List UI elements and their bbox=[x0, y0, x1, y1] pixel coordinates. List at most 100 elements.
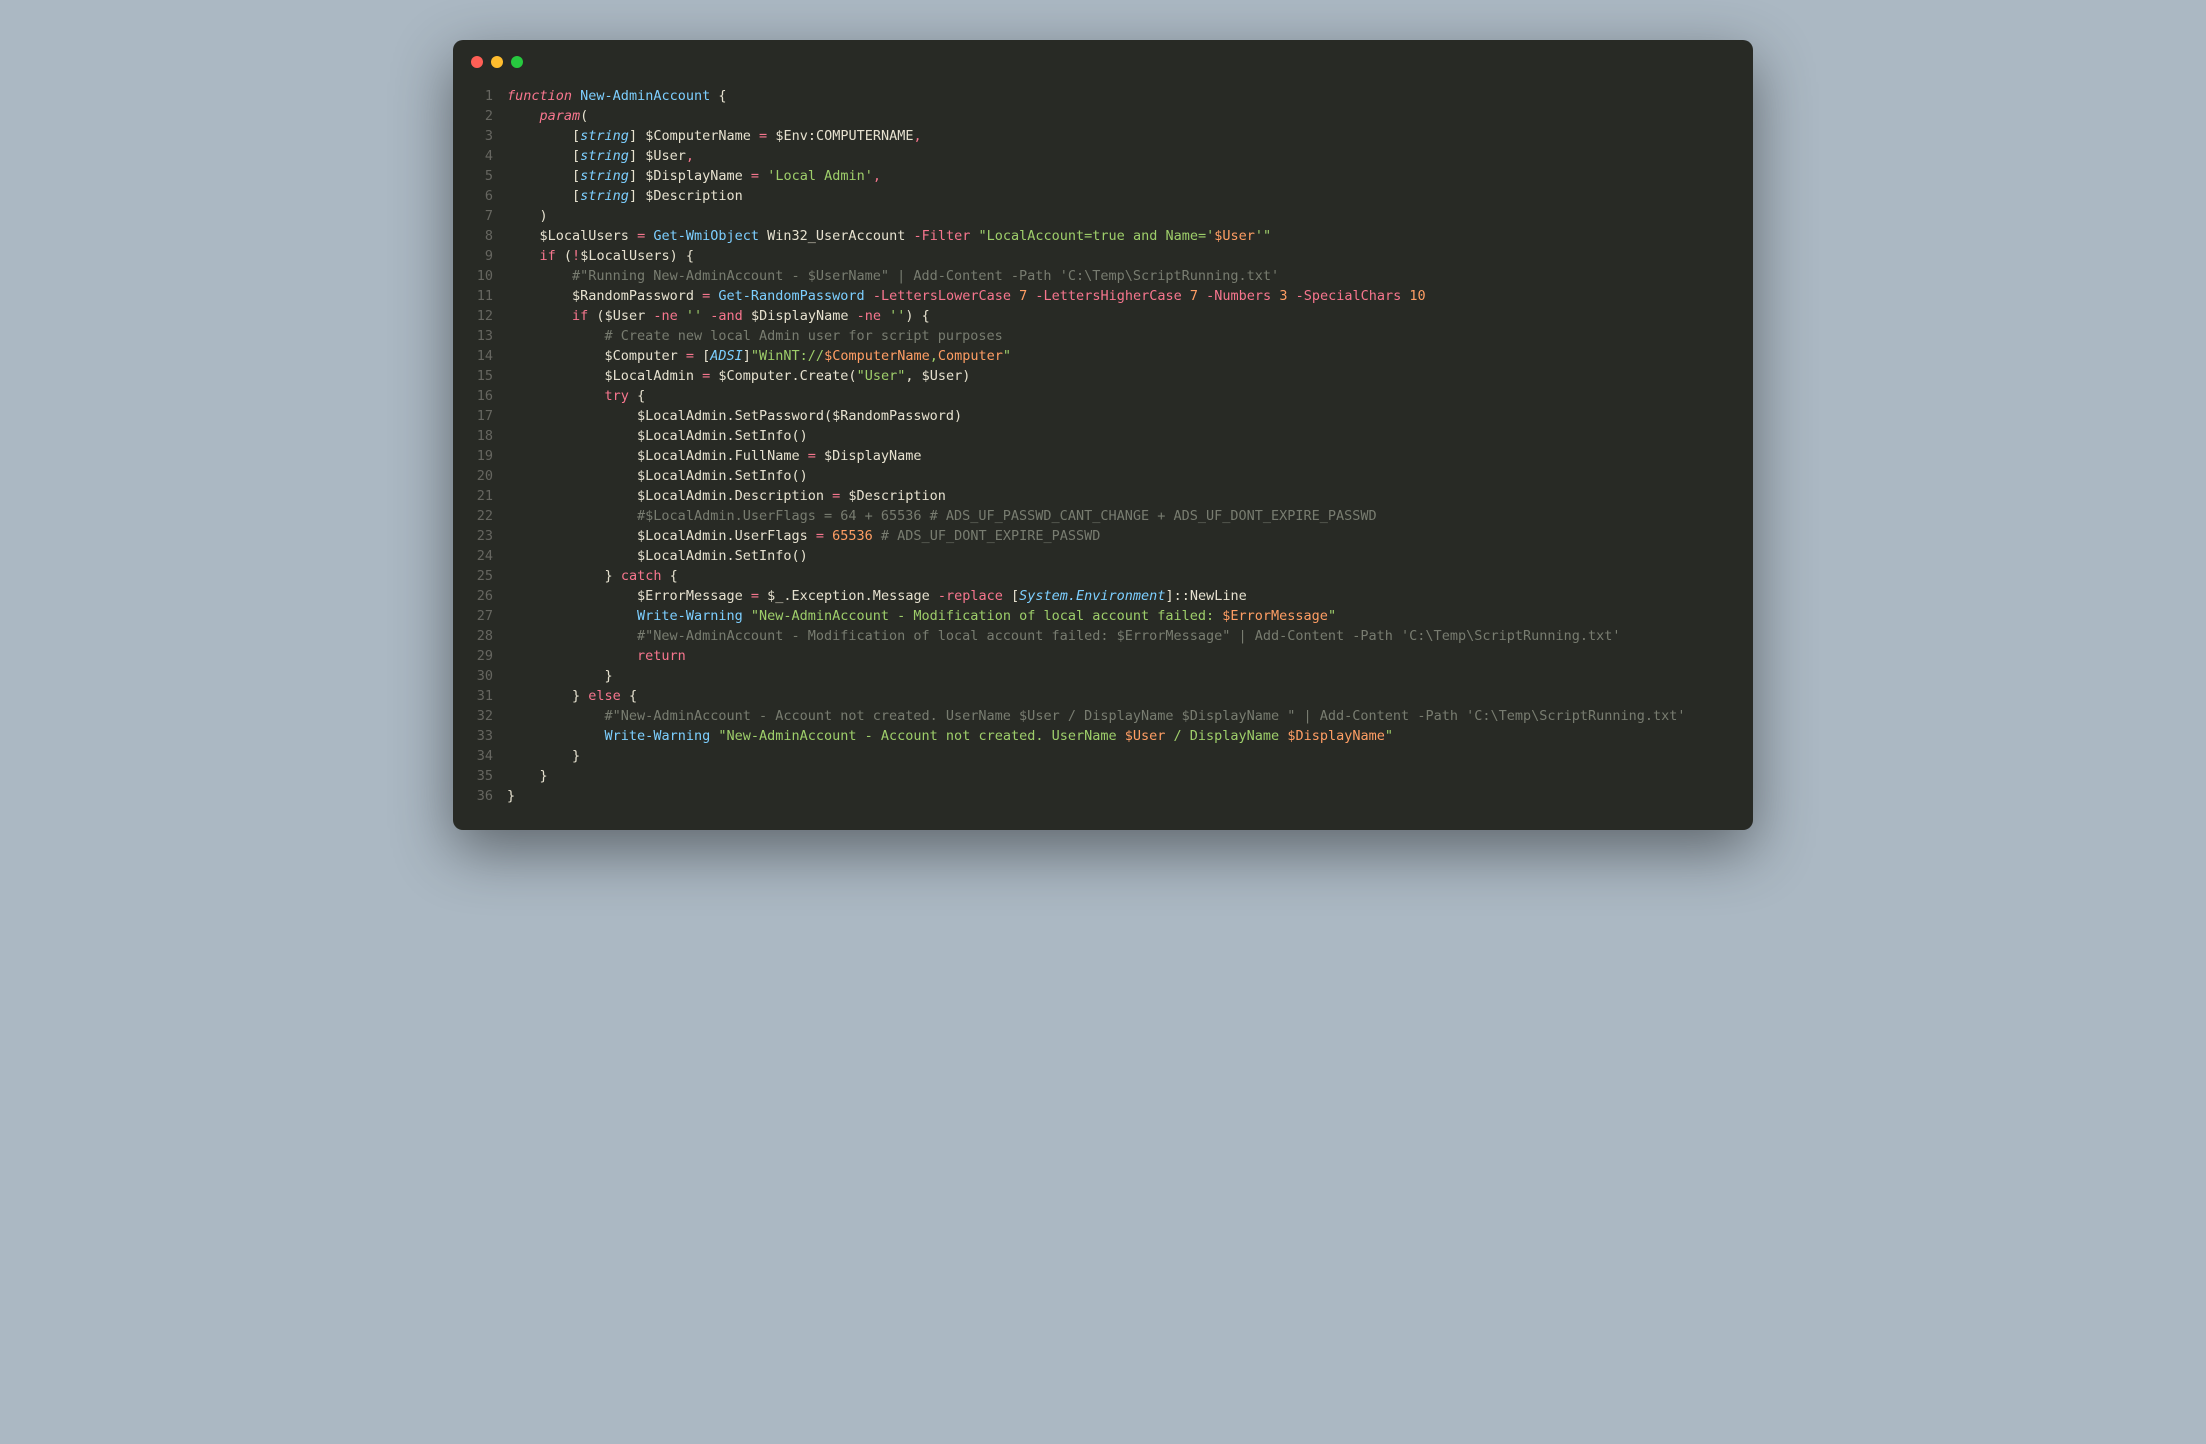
line-content: $ErrorMessage = $_.Exception.Message -re… bbox=[507, 586, 1247, 606]
minimize-icon[interactable] bbox=[491, 56, 503, 68]
code-line: 1function New-AdminAccount { bbox=[473, 86, 1733, 106]
line-number: 13 bbox=[473, 326, 507, 346]
code-line: 29 return bbox=[473, 646, 1733, 666]
line-number: 19 bbox=[473, 446, 507, 466]
line-number: 24 bbox=[473, 546, 507, 566]
code-line: 27 Write-Warning "New-AdminAccount - Mod… bbox=[473, 606, 1733, 626]
line-number: 36 bbox=[473, 786, 507, 806]
line-content: [string] $DisplayName = 'Local Admin', bbox=[507, 166, 881, 186]
line-content: #"Running New-AdminAccount - $UserName" … bbox=[507, 266, 1279, 286]
code-line: 18 $LocalAdmin.SetInfo() bbox=[473, 426, 1733, 446]
window-titlebar bbox=[453, 40, 1753, 76]
line-number: 15 bbox=[473, 366, 507, 386]
line-content: $LocalUsers = Get-WmiObject Win32_UserAc… bbox=[507, 226, 1271, 246]
code-line: 16 try { bbox=[473, 386, 1733, 406]
code-line: 4 [string] $User, bbox=[473, 146, 1733, 166]
code-line: 31 } else { bbox=[473, 686, 1733, 706]
line-number: 20 bbox=[473, 466, 507, 486]
line-number: 11 bbox=[473, 286, 507, 306]
line-number: 6 bbox=[473, 186, 507, 206]
line-content: [string] $User, bbox=[507, 146, 694, 166]
code-editor[interactable]: 1function New-AdminAccount {2 param(3 [s… bbox=[453, 76, 1753, 830]
line-content: } bbox=[507, 766, 548, 786]
line-content: $LocalAdmin = $Computer.Create("User", $… bbox=[507, 366, 970, 386]
line-content: Write-Warning "New-AdminAccount - Modifi… bbox=[507, 606, 1336, 626]
line-number: 7 bbox=[473, 206, 507, 226]
line-content: $RandomPassword = Get-RandomPassword -Le… bbox=[507, 286, 1426, 306]
line-number: 17 bbox=[473, 406, 507, 426]
line-number: 25 bbox=[473, 566, 507, 586]
line-number: 9 bbox=[473, 246, 507, 266]
line-content: $LocalAdmin.SetInfo() bbox=[507, 466, 808, 486]
code-line: 21 $LocalAdmin.Description = $Descriptio… bbox=[473, 486, 1733, 506]
line-number: 28 bbox=[473, 626, 507, 646]
line-number: 8 bbox=[473, 226, 507, 246]
line-number: 30 bbox=[473, 666, 507, 686]
line-content: $Computer = [ADSI]"WinNT://$ComputerName… bbox=[507, 346, 1011, 366]
line-content: #$LocalAdmin.UserFlags = 64 + 65536 # AD… bbox=[507, 506, 1377, 526]
line-content: } bbox=[507, 666, 613, 686]
line-content: # Create new local Admin user for script… bbox=[507, 326, 1003, 346]
code-line: 13 # Create new local Admin user for scr… bbox=[473, 326, 1733, 346]
code-line: 3 [string] $ComputerName = $Env:COMPUTER… bbox=[473, 126, 1733, 146]
code-line: 12 if ($User -ne '' -and $DisplayName -n… bbox=[473, 306, 1733, 326]
line-number: 29 bbox=[473, 646, 507, 666]
line-number: 21 bbox=[473, 486, 507, 506]
code-line: 22 #$LocalAdmin.UserFlags = 64 + 65536 #… bbox=[473, 506, 1733, 526]
code-line: 19 $LocalAdmin.FullName = $DisplayName bbox=[473, 446, 1733, 466]
line-number: 27 bbox=[473, 606, 507, 626]
code-line: 2 param( bbox=[473, 106, 1733, 126]
line-number: 16 bbox=[473, 386, 507, 406]
code-line: 7 ) bbox=[473, 206, 1733, 226]
code-line: 25 } catch { bbox=[473, 566, 1733, 586]
line-content: $LocalAdmin.SetInfo() bbox=[507, 426, 808, 446]
code-line: 6 [string] $Description bbox=[473, 186, 1733, 206]
line-content: $LocalAdmin.SetPassword($RandomPassword) bbox=[507, 406, 962, 426]
code-line: 36} bbox=[473, 786, 1733, 806]
code-window: 1function New-AdminAccount {2 param(3 [s… bbox=[453, 40, 1753, 830]
code-line: 34 } bbox=[473, 746, 1733, 766]
line-content: $LocalAdmin.Description = $Description bbox=[507, 486, 946, 506]
line-content: try { bbox=[507, 386, 645, 406]
close-icon[interactable] bbox=[471, 56, 483, 68]
line-number: 2 bbox=[473, 106, 507, 126]
maximize-icon[interactable] bbox=[511, 56, 523, 68]
line-number: 32 bbox=[473, 706, 507, 726]
line-number: 3 bbox=[473, 126, 507, 146]
line-number: 23 bbox=[473, 526, 507, 546]
line-number: 5 bbox=[473, 166, 507, 186]
code-line: 23 $LocalAdmin.UserFlags = 65536 # ADS_U… bbox=[473, 526, 1733, 546]
line-content: } bbox=[507, 746, 580, 766]
line-number: 4 bbox=[473, 146, 507, 166]
line-number: 31 bbox=[473, 686, 507, 706]
line-number: 14 bbox=[473, 346, 507, 366]
line-number: 33 bbox=[473, 726, 507, 746]
line-content: if (!$LocalUsers) { bbox=[507, 246, 694, 266]
line-number: 12 bbox=[473, 306, 507, 326]
code-line: 5 [string] $DisplayName = 'Local Admin', bbox=[473, 166, 1733, 186]
line-content: $LocalAdmin.FullName = $DisplayName bbox=[507, 446, 922, 466]
code-line: 14 $Computer = [ADSI]"WinNT://$ComputerN… bbox=[473, 346, 1733, 366]
code-line: 32 #"New-AdminAccount - Account not crea… bbox=[473, 706, 1733, 726]
line-number: 22 bbox=[473, 506, 507, 526]
line-content: if ($User -ne '' -and $DisplayName -ne '… bbox=[507, 306, 930, 326]
code-line: 28 #"New-AdminAccount - Modification of … bbox=[473, 626, 1733, 646]
line-content: param( bbox=[507, 106, 588, 126]
line-content: function New-AdminAccount { bbox=[507, 86, 726, 106]
line-content: return bbox=[507, 646, 686, 666]
code-line: 24 $LocalAdmin.SetInfo() bbox=[473, 546, 1733, 566]
code-line: 10 #"Running New-AdminAccount - $UserNam… bbox=[473, 266, 1733, 286]
line-content: $LocalAdmin.SetInfo() bbox=[507, 546, 808, 566]
line-number: 35 bbox=[473, 766, 507, 786]
line-content: [string] $ComputerName = $Env:COMPUTERNA… bbox=[507, 126, 922, 146]
code-line: 26 $ErrorMessage = $_.Exception.Message … bbox=[473, 586, 1733, 606]
line-content: #"New-AdminAccount - Modification of loc… bbox=[507, 626, 1621, 646]
line-content: ) bbox=[507, 206, 548, 226]
code-line: 33 Write-Warning "New-AdminAccount - Acc… bbox=[473, 726, 1733, 746]
line-number: 18 bbox=[473, 426, 507, 446]
line-content: #"New-AdminAccount - Account not created… bbox=[507, 706, 1686, 726]
line-content: } catch { bbox=[507, 566, 678, 586]
line-content: [string] $Description bbox=[507, 186, 743, 206]
line-number: 10 bbox=[473, 266, 507, 286]
code-line: 11 $RandomPassword = Get-RandomPassword … bbox=[473, 286, 1733, 306]
